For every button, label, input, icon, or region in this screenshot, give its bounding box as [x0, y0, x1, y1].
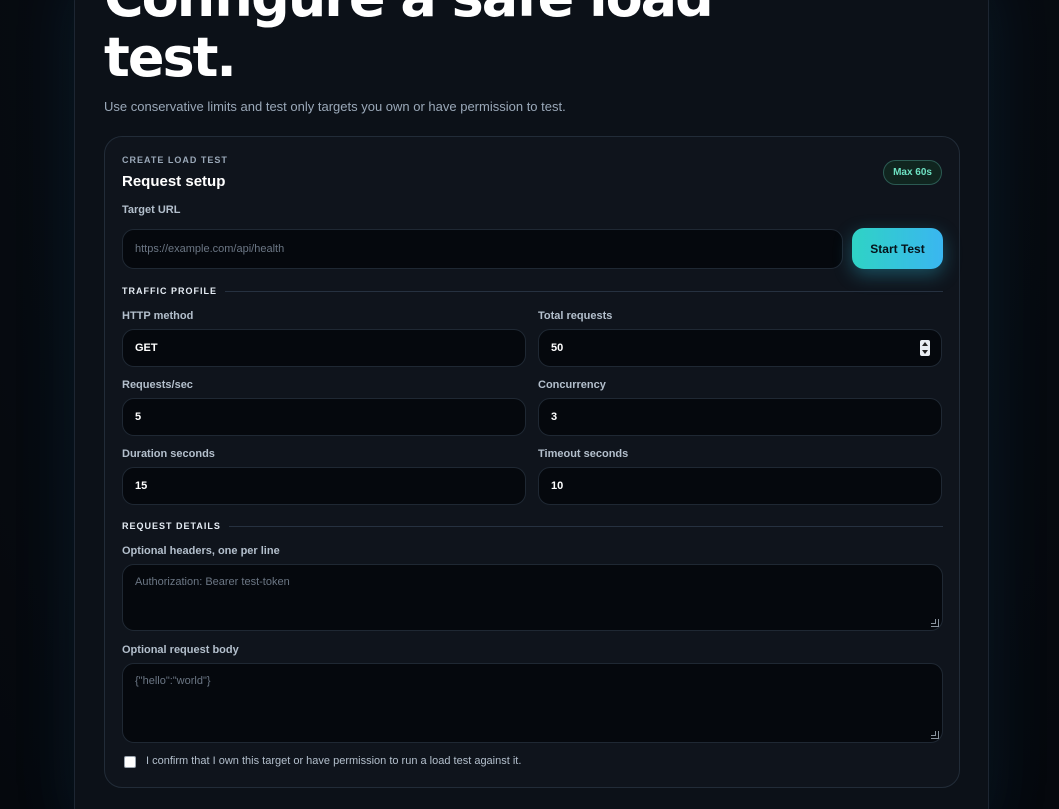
confirm-permission-label[interactable]: I confirm that I own this target or have… — [146, 755, 521, 767]
target-url-input[interactable]: https://example.com/api/health — [122, 229, 843, 269]
body-placeholder: {"hello":"world"} — [135, 675, 211, 687]
request-details-heading: REQUEST DETAILS — [122, 520, 943, 532]
request-setup-card: CREATE LOAD TEST Request setup Max 60s T… — [104, 136, 960, 788]
headers-label: Optional headers, one per line — [122, 545, 280, 557]
resize-handle-icon[interactable] — [931, 731, 939, 739]
headers-textarea[interactable]: Authorization: Bearer test-token — [122, 564, 943, 631]
resize-handle-icon[interactable] — [931, 619, 939, 627]
page-title: Configure a safe load test. — [104, 0, 714, 89]
traffic-profile-heading-text: TRAFFIC PROFILE — [122, 286, 217, 296]
body-label: Optional request body — [122, 644, 239, 656]
request-details-heading-text: REQUEST DETAILS — [122, 521, 221, 531]
headers-placeholder: Authorization: Bearer test-token — [135, 576, 290, 588]
total-requests-value: 50 — [551, 342, 564, 354]
confirm-permission-checkbox[interactable] — [124, 756, 136, 768]
card-title: Request setup — [122, 173, 226, 190]
total-requests-input[interactable]: 50 — [538, 329, 942, 367]
http-method-label: HTTP method — [122, 310, 194, 322]
timeout-label: Timeout seconds — [538, 448, 629, 460]
concurrency-input[interactable]: 3 — [538, 398, 942, 436]
concurrency-label: Concurrency — [538, 379, 606, 391]
requests-per-sec-label: Requests/sec — [122, 379, 193, 391]
number-spinner-icon[interactable] — [920, 340, 930, 356]
target-url-label: Target URL — [122, 204, 181, 216]
duration-label: Duration seconds — [122, 448, 215, 460]
page-subtitle: Use conservative limits and test only ta… — [104, 99, 566, 114]
body-textarea[interactable]: {"hello":"world"} — [122, 663, 943, 743]
section-divider — [228, 525, 943, 527]
timeout-input[interactable]: 10 — [538, 467, 942, 505]
section-divider — [225, 290, 943, 292]
total-requests-label: Total requests — [538, 310, 613, 322]
duration-input[interactable]: 15 — [122, 467, 526, 505]
max-duration-badge: Max 60s — [883, 160, 942, 185]
requests-per-sec-input[interactable]: 5 — [122, 398, 526, 436]
traffic-profile-heading: TRAFFIC PROFILE — [122, 285, 943, 297]
card-eyebrow: CREATE LOAD TEST — [122, 155, 228, 165]
start-test-button[interactable]: Start Test — [852, 228, 943, 269]
http-method-select[interactable]: GET — [122, 329, 526, 367]
